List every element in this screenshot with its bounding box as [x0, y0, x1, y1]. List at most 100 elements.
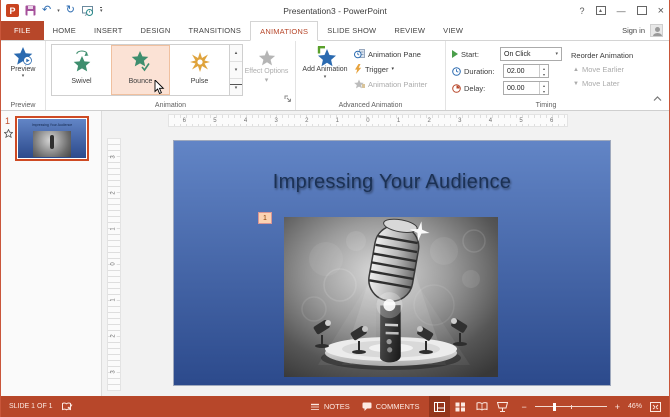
gallery-more-icon[interactable]: ▾ [230, 79, 242, 95]
sign-in[interactable]: Sign in [622, 21, 669, 40]
tab-slide-show[interactable]: SLIDE SHOW [318, 21, 385, 40]
user-avatar-icon [650, 24, 663, 37]
animation-painter-icon [354, 79, 365, 89]
trigger-button[interactable]: Trigger ▾ [352, 63, 429, 75]
move-later-button: ▼ Move Later [571, 78, 633, 89]
microphone-stage-image[interactable] [284, 217, 498, 377]
customize-qat-icon[interactable]: ▾ [99, 7, 103, 14]
vertical-ruler: 3210123 [107, 138, 121, 391]
tab-home[interactable]: HOME [44, 21, 85, 40]
save-icon[interactable] [25, 5, 36, 16]
duration-down-icon[interactable]: ▾ [540, 71, 548, 77]
slide-thumbnail-panel: 1 Impressing Your Audience [1, 111, 102, 396]
mouse-cursor [154, 78, 165, 100]
bounce-icon [130, 50, 152, 76]
undo-dropdown-icon[interactable]: ▾ [57, 8, 60, 14]
fit-slide-to-window-icon[interactable] [650, 401, 661, 412]
window-controls: ? ▴ — × [580, 5, 664, 17]
trigger-icon [355, 64, 362, 74]
animation-pane-button[interactable]: Animation Pane [352, 48, 429, 60]
preview-star-icon [13, 46, 33, 66]
notes-icon [310, 403, 319, 410]
view-slide-show-button[interactable] [492, 396, 513, 417]
group-timing: Start: On Click ▾ Duration: 02.00 ▴ ▾ De… [446, 41, 646, 110]
ribbon-tab-bar: FILE HOME INSERT DESIGN TRANSITIONS ANIM… [1, 21, 669, 41]
move-earlier-icon: ▲ [573, 66, 579, 73]
slide-number: 1 [5, 116, 11, 126]
animation-number-tag[interactable]: 1 [258, 212, 272, 224]
animation-dialog-launcher-icon[interactable] [284, 90, 292, 108]
status-bar-right: NOTES COMMENTS − + 46% [308, 396, 661, 417]
effect-options-label: Effect Options [244, 68, 289, 75]
tab-insert[interactable]: INSERT [85, 21, 132, 40]
zoom-in-icon[interactable]: + [615, 402, 620, 412]
collapse-ribbon-icon[interactable] [653, 89, 662, 107]
delay-clock-icon [452, 83, 461, 93]
duration-label: Duration: [464, 66, 495, 76]
start-from-beginning-icon[interactable] [81, 5, 94, 16]
powerpoint-logo-icon: P [6, 4, 19, 17]
reorder-animation-section: Reorder Animation ▲ Move Earlier ▼ Move … [571, 47, 633, 98]
zoom-out-icon[interactable]: − [521, 402, 526, 412]
animation-indicator-icon[interactable] [3, 128, 14, 140]
add-animation-button[interactable]: Add Animation ▾ [298, 44, 352, 90]
view-normal-button[interactable] [429, 396, 451, 417]
preview-dropdown-icon: ▾ [21, 73, 25, 79]
slide-canvas[interactable]: Impressing Your Audience 1 [173, 140, 611, 386]
zoom-level[interactable]: 46% [628, 403, 642, 410]
title-bar: P ↶ ▾ ↻ ▾ Presentation3 - PowerPoint ? ▴ … [1, 0, 669, 21]
view-reading-button[interactable] [471, 396, 492, 417]
animation-gallery: Swivel Bounce Pulse ▴ ▾ ▾ [51, 44, 243, 96]
animation-pulse[interactable]: Pulse [170, 45, 229, 95]
tab-animations[interactable]: ANIMATIONS [250, 21, 319, 41]
move-later-icon: ▼ [573, 80, 579, 87]
comments-icon [362, 402, 372, 411]
notes-button[interactable]: NOTES [308, 401, 352, 412]
duration-clock-icon [452, 66, 461, 76]
tab-transitions[interactable]: TRANSITIONS [180, 21, 251, 40]
tab-view[interactable]: VIEW [434, 21, 472, 40]
preview-button[interactable]: Preview ▾ [3, 44, 43, 81]
delay-down-icon[interactable]: ▾ [540, 88, 548, 94]
thumbnail-image [33, 131, 71, 157]
animation-pane-icon [354, 49, 365, 59]
pulse-icon [189, 50, 211, 76]
swivel-label: Swivel [71, 78, 92, 85]
ribbon: Preview ▾ Preview Swivel Bounce Pulse ▴ … [1, 41, 669, 111]
comments-button[interactable]: COMMENTS [360, 401, 422, 412]
move-earlier-label: Move Earlier [581, 65, 625, 74]
sign-in-label: Sign in [622, 26, 645, 35]
move-later-label: Move Later [581, 79, 620, 88]
animation-swivel[interactable]: Swivel [52, 45, 111, 95]
minimize-icon[interactable]: — [617, 6, 626, 16]
slide-1-thumbnail[interactable]: Impressing Your Audience [15, 116, 89, 161]
tab-file[interactable]: FILE [1, 21, 44, 40]
duration-spinner[interactable]: 02.00 ▴ ▾ [503, 64, 549, 78]
tab-review[interactable]: REVIEW [385, 21, 434, 40]
view-slide-sorter-button[interactable] [450, 396, 471, 417]
preview-button-label: Preview [10, 66, 36, 73]
delay-spinner[interactable]: 00.00 ▴ ▾ [503, 81, 549, 95]
window-title: Presentation3 - PowerPoint [283, 5, 387, 16]
zoom-slider[interactable] [534, 401, 607, 412]
start-dropdown[interactable]: On Click ▾ [500, 47, 562, 61]
thumbnail-title: Impressing Your Audience [31, 123, 73, 127]
move-earlier-button: ▲ Move Earlier [571, 64, 633, 75]
trigger-caret-icon: ▾ [391, 66, 394, 72]
workspace: 1 Impressing Your Audience 6543210123456… [1, 111, 669, 396]
zoom-slider-thumb[interactable] [552, 402, 556, 411]
close-icon[interactable]: × [658, 5, 664, 17]
slide-title[interactable]: Impressing Your Audience [174, 171, 610, 194]
gallery-scroll-up-icon[interactable]: ▴ [230, 45, 242, 62]
ribbon-display-options-icon[interactable]: ▴ [595, 6, 606, 15]
redo-icon[interactable]: ↻ [66, 5, 75, 16]
horizontal-ruler: 6543210123456 [168, 114, 568, 127]
duration-value: 02.00 [507, 67, 525, 75]
maximize-icon[interactable] [636, 6, 647, 15]
undo-icon[interactable]: ↶ [42, 5, 51, 16]
add-animation-icon [315, 46, 336, 67]
spellcheck-icon[interactable] [61, 402, 73, 412]
tab-design[interactable]: DESIGN [132, 21, 180, 40]
help-icon[interactable]: ? [580, 6, 585, 16]
gallery-scroll-down-icon[interactable]: ▾ [230, 62, 242, 79]
